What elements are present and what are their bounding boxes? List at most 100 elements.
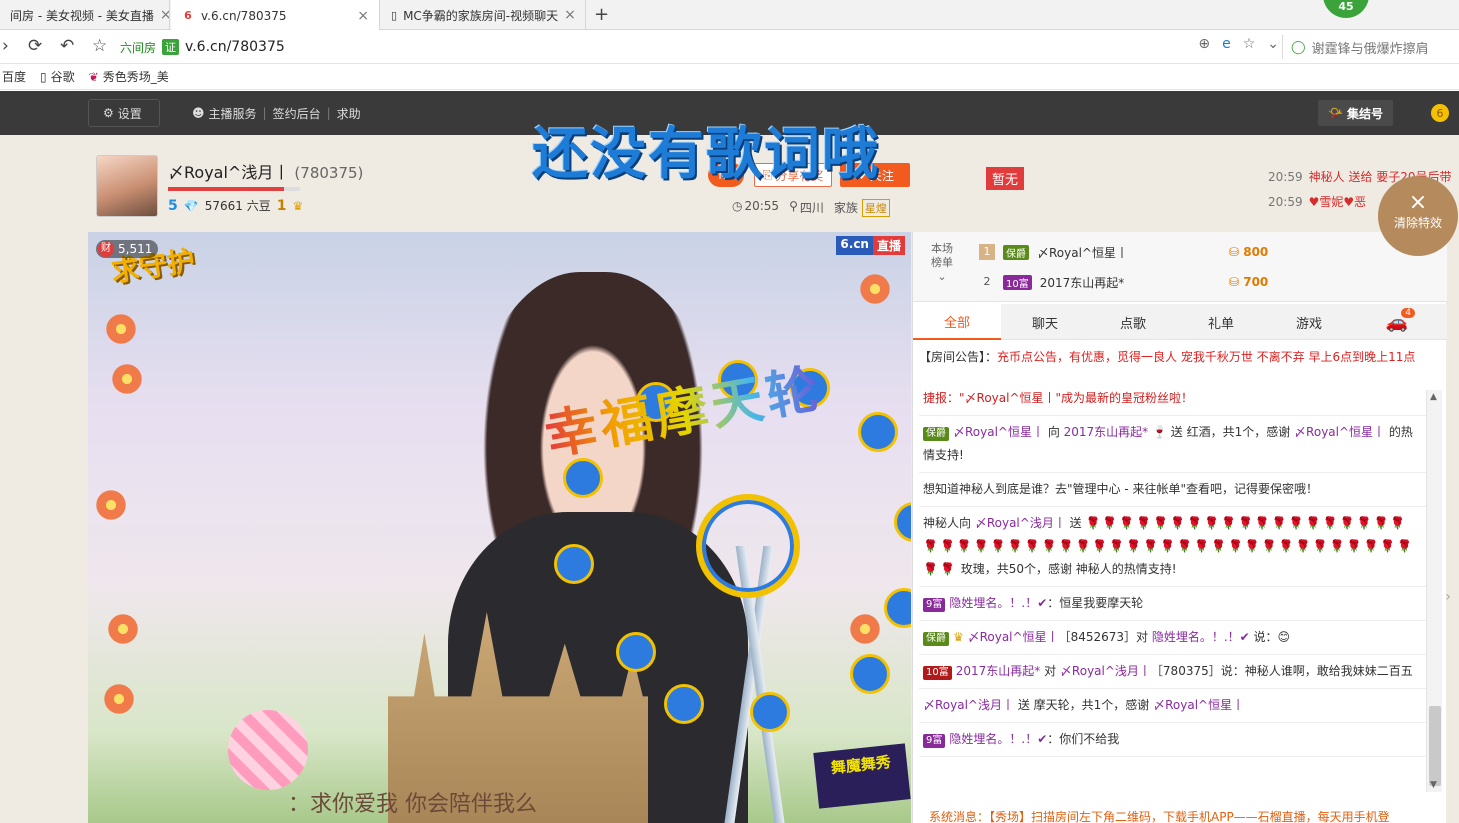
chat-user[interactable]: 〆Royal^恒星丨 (1294, 425, 1385, 439)
browser-tab[interactable]: ▯ MC争霸的家族房间-视频聊天 × (381, 0, 586, 30)
video-subtitle: ：求你爱我 你会陪伴我么 (288, 792, 537, 817)
chat-user[interactable]: 隐姓埋名。！.！✔ (949, 596, 1047, 610)
lyric-overlay: 还没有歌词哦 (532, 122, 880, 187)
feed-user[interactable]: ♥雪妮♥恶 (1309, 195, 1367, 209)
bookmark-item[interactable]: ❦ 秀色秀场_美 (89, 68, 169, 85)
message-text: 想知道神秘人到底是谁？去"管理中心 - 来往帐单"查看吧，记得要保密哦！ (923, 482, 1319, 496)
family-tag[interactable]: 星煌 (861, 199, 890, 217)
tab-chat[interactable]: 聊天 (1001, 304, 1089, 340)
chat-user[interactable]: 〆Royal^浅月丨 (975, 516, 1066, 530)
zoom-icon[interactable]: ⊕ (1198, 36, 1210, 52)
clock-icon: ◷ (732, 199, 743, 213)
scroll-down-icon[interactable]: ▼ (1430, 780, 1437, 790)
chat-user[interactable]: 〆Royal^浅月丨 (923, 698, 1014, 712)
flower-icon (106, 612, 140, 646)
chat-user[interactable]: 2017东山再起* (956, 664, 1041, 678)
chat-message: 保爵 〆Royal^恒星丨 向 2017东山再起* 🍷 送 红酒，共1个，感谢 〆… (919, 416, 1427, 473)
brand-live: 直播 (872, 236, 905, 255)
chat-message: 神秘人向 〆Royal^浅月丨 送 🌹🌹🌹🌹🌹🌹🌹🌹🌹🌹🌹🌹🌹🌹🌹🌹🌹🌹🌹🌹🌹🌹… (919, 507, 1427, 587)
bookmark-item[interactable]: ▯ 谷歌 (40, 68, 75, 85)
feed-time: 20:59 (1268, 170, 1303, 184)
close-icon[interactable]: × (160, 7, 169, 23)
help-link[interactable]: 求助 (337, 105, 361, 122)
rank-badge: 10富 (1003, 274, 1032, 290)
chat-user[interactable]: 〆Royal^浅月丨 (1060, 664, 1151, 678)
notification-badge[interactable]: 45 (1323, 0, 1369, 18)
new-tab-button[interactable]: + (594, 4, 609, 25)
scroll-up-icon[interactable]: ▲ (1430, 392, 1437, 402)
crown-icon: ♛ (292, 198, 304, 213)
clear-effects-button[interactable]: × 清除特效 (1378, 176, 1458, 256)
dance-show-badge[interactable]: 舞魔舞秀 (813, 743, 911, 809)
browser-tab[interactable]: 间房 - 美女视频 - 美女直播 × (0, 0, 170, 30)
chat-user[interactable]: 隐姓埋名。！.！✔ (949, 732, 1047, 746)
forward-icon[interactable]: › (2, 36, 9, 56)
close-icon[interactable]: × (357, 8, 369, 24)
live-video[interactable]: 幸福摩天轮 求守护 财 5,511 6.cn 直播 ：求你爱我 你会陪伴我么 舞… (88, 232, 911, 823)
bookmark-item[interactable]: 百度 (2, 68, 26, 85)
reload-icon[interactable]: ⟳ (28, 36, 42, 56)
coin-icon[interactable]: 6 (1431, 104, 1449, 122)
user-badge: 10富 (923, 666, 952, 680)
chat-user[interactable]: 〆Royal^恒星丨 (1153, 698, 1244, 712)
chat-user[interactable]: 2017东山再起* (1064, 425, 1149, 439)
ie-icon[interactable]: e (1222, 36, 1231, 52)
rank-title[interactable]: 本场榜单 ⌄ (927, 242, 957, 284)
favorite-icon[interactable]: ☆ (1243, 36, 1256, 52)
chevron-right-icon[interactable]: › (1440, 577, 1456, 617)
wealth-badge: 财 5,511 (96, 240, 159, 258)
rank-number: 2 (983, 275, 991, 288)
pause-flag[interactable]: 暂无 (986, 167, 1025, 190)
url-field[interactable]: 六间房 证 v.6.cn/780375 (120, 35, 1280, 59)
chat-message: 捷报："〆Royal^恒星丨"成为最新的皇冠粉丝啦！ (919, 382, 1427, 416)
bookmarks-bar: 百度 ▯ 谷歌 ❦ 秀色秀场_美 (0, 64, 1459, 90)
rank-row[interactable]: 1 保爵 〆Royal^恒星丨 ⛁ 800 (979, 240, 1419, 264)
tab-gifts[interactable]: 礼单 (1177, 304, 1265, 340)
message-text: 说： (1249, 630, 1278, 644)
chat-message: 9富 隐姓埋名。！.！✔：恒星我要摩天轮 (919, 587, 1427, 621)
undo-icon[interactable]: ↶ (60, 36, 74, 56)
rank-value-text: 700 (1243, 275, 1269, 289)
cert-badge: 证 (162, 39, 180, 55)
chat-user[interactable]: 〆Royal^恒星丨 (968, 630, 1059, 644)
close-icon[interactable]: × (564, 7, 576, 23)
horn-icon: 📯 (1328, 106, 1343, 120)
avatar[interactable] (96, 155, 158, 217)
site-links: ☻ 主播服务 | 签约后台 | 求助 (192, 91, 361, 135)
dropdown-icon[interactable]: ⌄ (1267, 36, 1279, 52)
settings-button[interactable]: ⚙ 设置 (88, 99, 160, 127)
chat-list[interactable]: 捷报："〆Royal^恒星丨"成为最新的皇冠粉丝啦！ 保爵 〆Royal^恒星丨 … (919, 382, 1427, 823)
host-meta: ◷ 20:55 ⚲ 四川 家族 星煌 (732, 199, 890, 217)
chat-tabs: 全部 聊天 点歌 礼单 游戏 🚗 4 (913, 304, 1447, 340)
gondola-icon (884, 588, 911, 628)
chat-user[interactable]: 神秘人向 (923, 516, 975, 530)
rank-board: 本场榜单 ⌄ 1 保爵 〆Royal^恒星丨 ⛁ 800 2 10富 2017东… (913, 232, 1447, 302)
tab-all[interactable]: 全部 (913, 304, 1001, 340)
user-badge: 保爵 (923, 427, 949, 441)
sign-backend-link[interactable]: 签约后台 (273, 105, 321, 122)
chat-message: 9富 隐姓埋名。！.！✔：你们不给我 (919, 723, 1427, 757)
host-name[interactable]: 〆Royal^浅月丨 (168, 163, 289, 182)
gather-button[interactable]: 📯 集结号 (1318, 100, 1393, 126)
chat-user[interactable]: 隐姓埋名。！.！✔ (1152, 630, 1250, 644)
flower-icon (94, 488, 128, 522)
chat-user[interactable]: 〆Royal^恒星丨 (953, 425, 1044, 439)
rank-value-text: 800 (1243, 245, 1269, 259)
scroll-thumb[interactable] (1429, 706, 1441, 786)
browser-tab-active[interactable]: 6 v.6.cn/780375 × (171, 0, 380, 31)
tab-games[interactable]: 游戏 (1265, 304, 1353, 340)
settings-label: 设置 (117, 106, 142, 121)
feed-user[interactable]: 神秘人 (1309, 170, 1345, 184)
rank-number: 1 (979, 244, 995, 260)
user-badge: 保爵 (923, 632, 949, 646)
search-input[interactable]: ◯ 谢霆锋与俄爆炸擦肩 (1282, 35, 1459, 59)
chevron-down-icon: ⌄ (937, 270, 947, 283)
car-tab[interactable]: 🚗 4 (1353, 304, 1441, 340)
tab-songs[interactable]: 点歌 (1089, 304, 1177, 340)
site-watermark: 6.cn 直播 (836, 236, 905, 255)
rank-row[interactable]: 2 10富 2017东山再起* ⛁ 700 (979, 270, 1419, 294)
host-id: (780375) (294, 164, 364, 182)
star-icon[interactable]: ☆ (92, 36, 107, 56)
anchor-service-link[interactable]: 主播服务 (209, 105, 257, 122)
url-text: v.6.cn/780375 (185, 39, 285, 55)
